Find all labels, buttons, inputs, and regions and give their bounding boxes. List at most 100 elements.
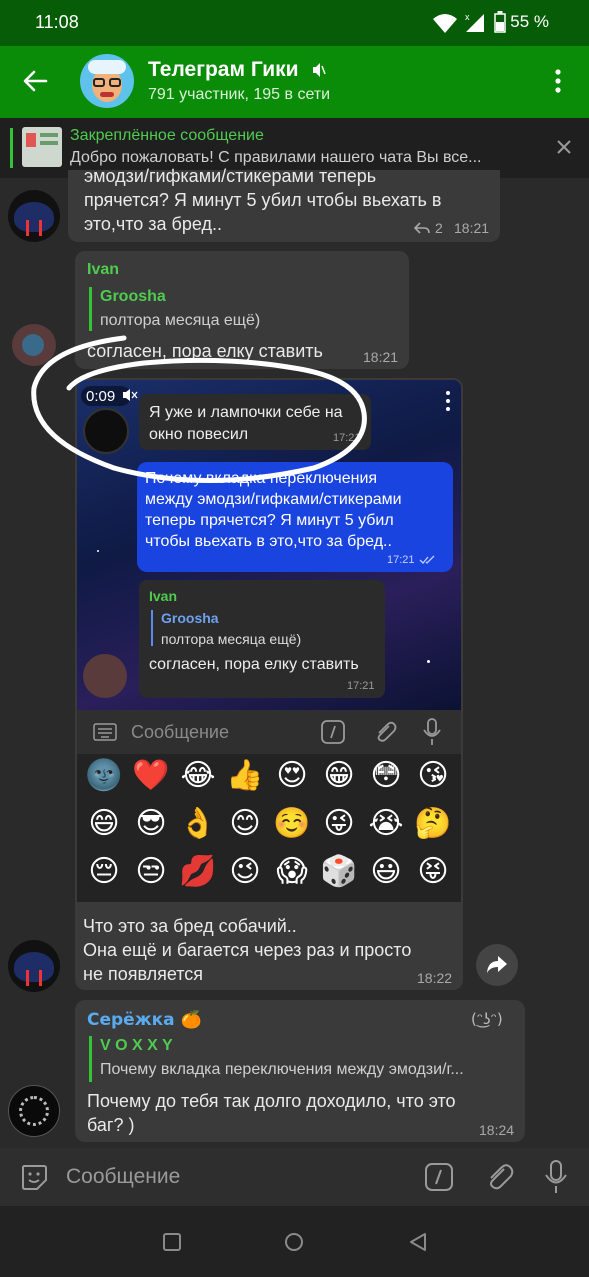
emoji-key[interactable]: 🌚 xyxy=(83,758,125,793)
back-icon[interactable] xyxy=(408,1232,428,1252)
quote-sender: V O X X Y xyxy=(100,1037,173,1054)
message-input[interactable]: Сообщение xyxy=(66,1165,180,1189)
user-avatar[interactable] xyxy=(8,1085,60,1137)
svg-text:x: x xyxy=(465,12,470,22)
forward-button[interactable] xyxy=(476,944,518,986)
message-input-bar[interactable]: Сообщение xyxy=(0,1148,589,1206)
status-time: 11:08 xyxy=(35,12,79,32)
message-time: 18:21 xyxy=(454,220,490,236)
message-text-line: Что это за бред собачий.. xyxy=(83,916,297,936)
user-avatar[interactable] xyxy=(8,190,60,242)
emoji-key[interactable]: 😁 xyxy=(318,758,360,793)
message-text-line: Почему до тебя так долго доходило, что э… xyxy=(87,1091,456,1111)
chat-subtitle: 791 участник, 195 в сети xyxy=(148,86,331,103)
emoji-key[interactable]: 😂 xyxy=(177,758,219,793)
message-text-line: эмодзи/гифками/стикерами теперь xyxy=(84,166,377,186)
emoji-key[interactable]: 😍 xyxy=(271,758,313,793)
emoji-key[interactable]: 😱 xyxy=(271,854,313,889)
emoji-key[interactable]: 😎 xyxy=(130,806,172,841)
reply-quote-text: полтора месяца ещё) xyxy=(161,631,302,647)
muted-speaker-icon xyxy=(313,63,326,77)
emoji-key[interactable]: 😄 xyxy=(83,806,125,841)
emoji-key[interactable]: ❤️ xyxy=(130,758,172,793)
drawn-circle-annotation xyxy=(31,335,367,483)
embedded-input-bar[interactable]: Сообщение xyxy=(77,710,461,754)
emoji-key[interactable]: 😉 xyxy=(224,854,266,889)
status-bar: 11:08 x 55 % xyxy=(0,0,589,46)
quote-sender: Groosha xyxy=(100,288,166,305)
reply-avatar[interactable] xyxy=(83,654,127,698)
chat-title: Телеграм Гики xyxy=(148,58,299,81)
back-arrow-icon[interactable] xyxy=(22,68,48,94)
group-avatar[interactable] xyxy=(80,54,134,108)
close-icon[interactable] xyxy=(556,139,572,155)
own-msg-time: 17:21 xyxy=(387,554,415,566)
sticker-icon[interactable] xyxy=(20,1163,48,1191)
emoji-key[interactable]: 😃 xyxy=(365,854,407,889)
recents-icon[interactable] xyxy=(162,1232,182,1252)
emoji-key[interactable]: 😜 xyxy=(318,806,360,841)
emoji-key[interactable]: 👍 xyxy=(224,758,266,793)
reply-text: согласен, пора елку ставить xyxy=(149,656,359,673)
system-nav-bar xyxy=(0,1206,589,1277)
home-icon[interactable] xyxy=(284,1232,304,1252)
battery-percent: 55 % xyxy=(510,12,549,31)
reply-sender: Ivan xyxy=(149,588,178,604)
quote-bar xyxy=(151,610,153,646)
emoji-key[interactable]: 🎲 xyxy=(318,854,360,889)
more-vertical-icon[interactable] xyxy=(553,68,563,96)
emoji-key[interactable]: 😘 xyxy=(412,758,454,793)
emoji-key[interactable]: 👌 xyxy=(177,806,219,841)
quote-bar xyxy=(89,287,92,331)
signal-icon: x xyxy=(465,12,484,32)
emoji-key[interactable]: 😔 xyxy=(83,854,125,889)
reply-quote-sender: Groosha xyxy=(161,610,219,626)
pinned-accent-bar xyxy=(10,128,13,168)
attach-icon[interactable] xyxy=(373,720,397,744)
wifi-icon xyxy=(433,14,457,33)
pinned-thumbnail xyxy=(22,127,62,167)
bot-command-icon[interactable] xyxy=(424,1162,454,1192)
message-bubble[interactable]: Серёжка 🍊 (ᵔ͜ʖᵔ) V O X X Y Почему вкладк… xyxy=(75,1000,525,1142)
microphone-icon[interactable] xyxy=(545,1160,567,1194)
user-avatar[interactable] xyxy=(8,940,60,992)
sender-badge: (ᵔ͜ʖᵔ) xyxy=(471,1010,503,1028)
message-text-line: не появляется xyxy=(83,964,204,984)
emoji-key[interactable]: 😳 xyxy=(365,758,407,793)
emoji-panel[interactable]: 🌚 ❤️ 😂 👍 😍 😁 😳 😘 😄 😎 👌 😊 ☺️ 😜 😭 🤔 😔 😒 💋 😉 😱 🎲 😃 😝 xyxy=(77,754,461,902)
own-msg-text: чтобы вьехать в это,что за бред.. xyxy=(145,533,392,550)
message-text-line: Она ещё и багается через раз и просто xyxy=(83,940,412,960)
reply-time: 17:21 xyxy=(347,680,375,692)
double-check-icon xyxy=(419,555,435,564)
emoji-key[interactable]: 😝 xyxy=(412,854,454,889)
battery-icon xyxy=(494,11,506,33)
emoji-key[interactable]: 😭 xyxy=(365,806,407,841)
chat-header[interactable]: Телеграм Гики 791 участник, 195 в сети xyxy=(0,46,589,118)
attach-icon[interactable] xyxy=(484,1162,514,1192)
emoji-key[interactable]: 😒 xyxy=(130,854,172,889)
message-text-line: прячется? Я минут 5 убил чтобы вьехать в xyxy=(84,190,442,210)
reply-message-bubble[interactable]: Ivan Groosha полтора месяца ещё) согласе… xyxy=(139,580,385,698)
keyboard-icon[interactable] xyxy=(93,723,117,741)
reply-icon xyxy=(414,222,430,234)
message-text-line: баг? ) xyxy=(87,1115,135,1135)
embedded-input-placeholder: Сообщение xyxy=(131,722,229,742)
microphone-icon[interactable] xyxy=(423,718,441,746)
more-vertical-icon[interactable] xyxy=(445,390,451,414)
sender-name: Серёжка 🍊 xyxy=(87,1010,202,1030)
emoji-key[interactable]: 💋 xyxy=(177,854,219,889)
pinned-title: Закреплённое сообщение xyxy=(70,127,264,144)
message-text-line: это,что за бред.. xyxy=(84,214,222,234)
emoji-key[interactable]: ☺️ xyxy=(271,806,313,841)
quote-text: Почему вкладка переключения между эмодзи… xyxy=(100,1061,464,1078)
reply-count: 2 xyxy=(435,220,443,236)
quote-bar xyxy=(89,1036,92,1082)
message-bubble[interactable]: эмодзи/гифками/стикерами теперь прячется… xyxy=(68,166,500,242)
own-msg-text: теперь прячется? Я минут 5 убил xyxy=(145,512,394,529)
message-time: 18:24 xyxy=(479,1122,515,1138)
share-icon xyxy=(487,956,507,973)
emoji-key[interactable]: 🤔 xyxy=(412,806,454,841)
emoji-key[interactable]: 😊 xyxy=(224,806,266,841)
bot-command-icon[interactable] xyxy=(321,720,345,744)
sender-name: Ivan xyxy=(87,261,120,278)
